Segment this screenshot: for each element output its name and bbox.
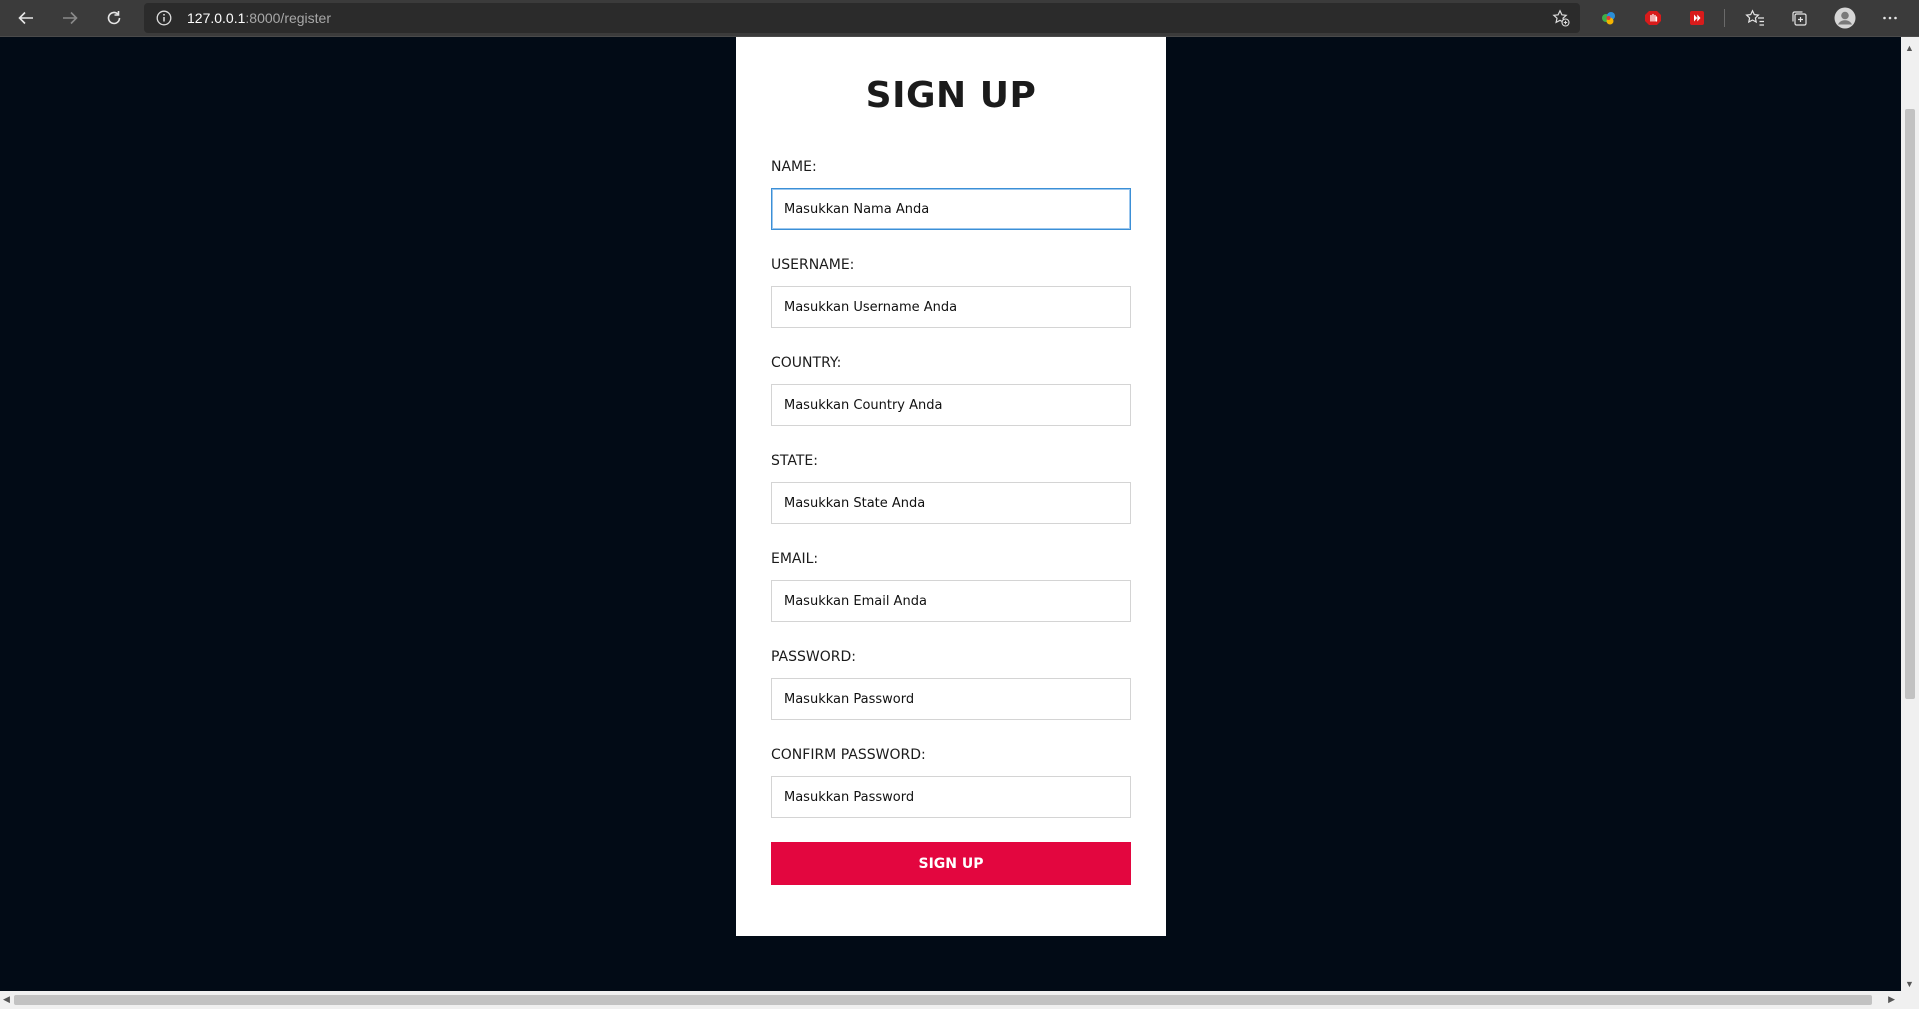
country-label: COUNTRY: <box>771 355 842 371</box>
username-input[interactable] <box>771 286 1131 328</box>
signup-card: SIGN UP NAME: USERNAME: COUNTRY: STATE: … <box>736 37 1166 936</box>
add-favorite-icon[interactable] <box>1552 9 1570 32</box>
address-bar[interactable]: 127.0.0.1:8000/register <box>144 3 1580 33</box>
vertical-scroll-thumb[interactable] <box>1905 109 1915 699</box>
scroll-right-icon[interactable]: ▶ <box>1888 994 1895 1005</box>
refresh-icon[interactable] <box>101 6 127 30</box>
horizontal-scrollbar[interactable]: ◀ ▶ <box>0 991 1919 1009</box>
scroll-left-icon[interactable]: ◀ <box>3 994 10 1005</box>
state-label: STATE: <box>771 453 818 469</box>
browser-toolbar: 127.0.0.1:8000/register <box>0 0 1919 37</box>
email-label: EMAIL: <box>771 551 819 567</box>
confirm-password-input[interactable] <box>771 776 1131 818</box>
toolbar-separator <box>1724 9 1725 27</box>
scroll-up-icon[interactable]: ▲ <box>1905 43 1914 53</box>
site-info-icon[interactable] <box>156 10 172 31</box>
page-title: SIGN UP <box>865 75 1037 116</box>
vertical-scrollbar[interactable]: ▲ ▼ <box>1901 37 1919 991</box>
extension-colorful-icon[interactable] <box>1596 6 1622 30</box>
horizontal-scroll-thumb[interactable] <box>14 995 1872 1005</box>
extension-red-square-icon[interactable] <box>1684 6 1710 30</box>
state-input[interactable] <box>771 482 1131 524</box>
password-input[interactable] <box>771 678 1131 720</box>
more-options-icon[interactable] <box>1877 6 1903 30</box>
back-icon[interactable] <box>13 6 39 30</box>
collections-icon[interactable] <box>1786 6 1812 30</box>
password-label: PASSWORD: <box>771 649 856 665</box>
confirm-password-label: CONFIRM PASSWORD: <box>771 747 926 763</box>
email-input[interactable] <box>771 580 1131 622</box>
sign-up-button[interactable]: SIGN UP <box>771 842 1131 885</box>
username-label: USERNAME: <box>771 257 855 273</box>
scroll-down-icon[interactable]: ▼ <box>1905 979 1914 989</box>
profile-avatar-icon[interactable] <box>1832 6 1858 30</box>
favorites-icon[interactable] <box>1742 6 1768 30</box>
forward-icon[interactable] <box>57 6 83 30</box>
name-label: NAME: <box>771 159 817 175</box>
extension-stop-hand-icon[interactable] <box>1640 6 1666 30</box>
country-input[interactable] <box>771 384 1131 426</box>
name-input[interactable] <box>771 188 1131 230</box>
url-text[interactable]: 127.0.0.1:8000/register <box>187 10 331 26</box>
